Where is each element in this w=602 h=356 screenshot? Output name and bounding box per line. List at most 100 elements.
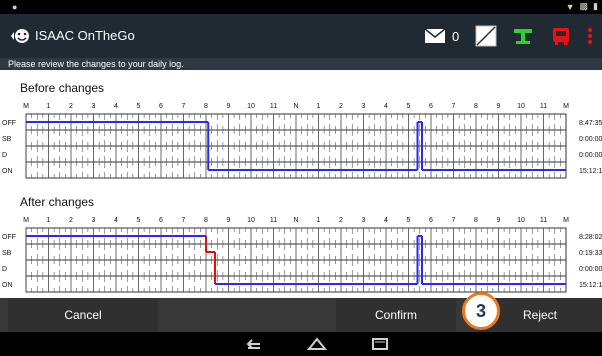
app-logo-icon[interactable]	[8, 26, 30, 46]
before-log-grid: M 1 2 3 4 5 6 7 8 9 10 11 N 1 2 3 4 5 6 7 8 9 10 11 M OFF SB D ON 8:4…	[2, 103, 602, 179]
cancel-button[interactable]: Cancel	[8, 298, 158, 332]
bus-icon	[553, 28, 569, 45]
hour-label: 6	[159, 103, 163, 110]
hour-label: 8	[474, 103, 478, 110]
row-total: 0:00:00	[579, 152, 602, 159]
review-banner: Please review the changes to your daily …	[0, 58, 602, 70]
hour-label: N	[293, 103, 298, 110]
duty-row-label: SB	[2, 136, 12, 143]
hour-label: 5	[407, 217, 411, 224]
battery-icon: ▮	[593, 1, 598, 11]
hour-label: 7	[182, 103, 186, 110]
before-section-title: Before changes	[20, 81, 105, 95]
wifi-icon: ▼	[565, 1, 575, 12]
row-total: 15:12:15	[579, 168, 602, 175]
hour-label: 9	[497, 103, 501, 110]
hour-label: 8	[204, 103, 208, 110]
status-icons: ▼ ▩ ▮	[566, 1, 598, 12]
duty-row-label: ON	[2, 282, 13, 289]
hour-label: 1	[317, 217, 321, 224]
hour-label: 4	[384, 217, 388, 224]
action-bar: ISAAC OnTheGo 0	[0, 14, 602, 58]
hour-label: M	[23, 103, 29, 110]
hour-label: 8	[474, 217, 478, 224]
hour-label: 4	[114, 217, 118, 224]
vehicle-button[interactable]	[550, 24, 572, 48]
hour-label: 5	[137, 103, 141, 110]
status-bar: ● ▼ ▩ ▮	[0, 0, 602, 14]
hour-label: 6	[429, 103, 433, 110]
hour-label: 2	[69, 103, 73, 110]
hour-label: 1	[47, 217, 51, 224]
after-section-title: After changes	[20, 195, 95, 209]
hour-label: 11	[540, 217, 547, 224]
hour-label: 5	[137, 217, 141, 224]
recent-apps-icon[interactable]	[370, 336, 390, 352]
hour-label: 4	[384, 103, 388, 110]
row-total: 8:47:35	[579, 120, 602, 127]
more-vertical-icon	[588, 28, 592, 44]
duty-row-label: ON	[2, 168, 13, 175]
hour-label: 10	[517, 103, 525, 110]
hour-label: 10	[247, 103, 255, 110]
hour-label: 1	[317, 103, 321, 110]
hour-label: 10	[247, 217, 255, 224]
duty-row-label: D	[2, 152, 7, 159]
hour-label: 6	[159, 217, 163, 224]
row-total: 15:12:15	[579, 282, 602, 289]
hour-label: 2	[339, 217, 343, 224]
duty-row-label: SB	[2, 250, 12, 257]
hour-label: 3	[362, 103, 366, 110]
overflow-menu-button[interactable]	[586, 24, 594, 48]
row-total: 0:19:33	[579, 250, 602, 257]
message-count: 0	[452, 28, 460, 44]
step-number-badge: 3	[462, 292, 500, 330]
app-title: ISAAC OnTheGo	[35, 28, 135, 43]
hour-label: M	[23, 217, 29, 224]
hour-label: 7	[452, 217, 456, 224]
network-button[interactable]	[512, 24, 534, 48]
back-icon[interactable]	[244, 336, 264, 352]
hour-label: 2	[69, 217, 73, 224]
messages-button[interactable]: 0	[424, 24, 459, 48]
hour-label: 10	[517, 217, 525, 224]
hour-label: 7	[182, 217, 186, 224]
envelope-icon	[424, 28, 446, 43]
signal-icon: ▩	[579, 1, 589, 11]
hour-label: 3	[92, 217, 96, 224]
home-icon[interactable]	[306, 336, 328, 352]
hour-label: 3	[92, 103, 96, 110]
duty-row-label: OFF	[2, 234, 16, 241]
hour-label: 11	[270, 103, 277, 110]
hour-label: M	[563, 217, 569, 224]
row-total: 8:28:02	[579, 234, 602, 241]
hour-label: 7	[452, 103, 456, 110]
row-total: 0:00:00	[579, 136, 602, 143]
hour-label: 11	[540, 103, 547, 110]
hour-label: M	[563, 103, 569, 110]
log-comparison: Before changes M 1 2 3 4 5 6 7 8 9 10 11 N 1 2 3 4 5 6 7 8 9 1…	[0, 70, 602, 298]
hour-label: 8	[204, 217, 208, 224]
logbook-button[interactable]	[475, 24, 497, 48]
action-buttons: Cancel Confirm Reject	[0, 298, 602, 332]
no-signature-icon	[475, 25, 497, 47]
duty-row-label: D	[2, 266, 7, 273]
row-total: 0:00:00	[579, 266, 602, 273]
hour-label: 9	[227, 103, 231, 110]
hour-label: 3	[362, 217, 366, 224]
hour-label: 1	[47, 103, 51, 110]
location-pin-icon: ●	[12, 2, 18, 12]
hour-label: 5	[407, 103, 411, 110]
duty-row-label: OFF	[2, 120, 16, 127]
hour-label: 11	[270, 217, 277, 224]
hour-label: 9	[497, 217, 501, 224]
hour-label: 2	[339, 103, 343, 110]
confirm-button[interactable]: Confirm	[336, 298, 456, 332]
navigation-bar	[0, 332, 602, 356]
hour-label: 6	[429, 217, 433, 224]
hour-label: 4	[114, 103, 118, 110]
after-log-grid: M 1 2 3 4 5 6 7 8 9 10 11 N 1 2 3 4 5 6 7 8 9 10 11 M OFF SB D ON 8:2…	[2, 217, 602, 293]
network-icon	[514, 29, 532, 44]
hour-label: N	[293, 217, 298, 224]
hour-label: 9	[227, 217, 231, 224]
